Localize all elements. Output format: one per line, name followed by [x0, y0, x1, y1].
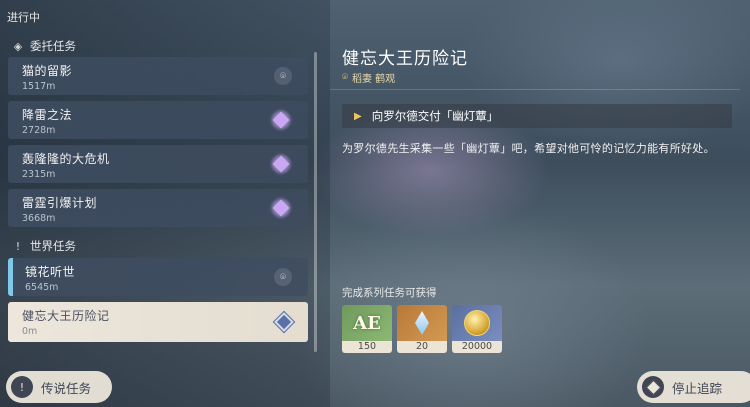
quest-name: 降雷之法 — [22, 108, 73, 122]
rewards-label: 完成系列任务可获得 — [342, 287, 437, 299]
commission-icon: ◈ — [13, 39, 23, 53]
quest-item-forgetful-king[interactable]: 健忘大王历险记 0m — [8, 302, 308, 342]
detail-divider — [330, 89, 740, 90]
legend-quests-label: 传说任务 — [41, 380, 92, 396]
quest-item-thunder-method[interactable]: 降雷之法 2728m — [8, 101, 308, 139]
objective-text: 向罗尔德交付「幽灯蕈」 — [371, 109, 499, 123]
purple-star-icon — [270, 153, 292, 175]
tracked-diamond-icon — [274, 312, 294, 332]
stop-tracking-button[interactable]: 停止追踪 — [637, 371, 750, 403]
adventure-exp-icon: AE — [353, 312, 381, 334]
reward-adventure-exp[interactable]: AE 150 — [342, 305, 392, 353]
map-pin-icon[interactable]: ⌾ — [274, 268, 292, 286]
objective-arrow-icon: ▶ — [354, 110, 362, 122]
mora-coin-icon — [464, 310, 490, 336]
quest-distance: 1517m — [22, 81, 56, 92]
quest-item-mirror-flower[interactable]: 镜花听世 6545m ⌾ — [8, 258, 308, 296]
section-header-label: 世界任务 — [30, 239, 76, 253]
reward-count: 20000 — [452, 341, 502, 353]
quest-description: 为罗尔德先生采集一些「幽灯蕈」吧，希望对他可怜的记忆力能有所好处。 — [342, 142, 715, 155]
quest-list-scrollbar[interactable] — [314, 52, 317, 352]
quest-distance: 6545m — [25, 282, 59, 293]
quest-item-thunder-detonation[interactable]: 雷霆引爆计划 3668m — [8, 189, 308, 227]
status-label: 进行中 — [7, 11, 40, 24]
location-pin-icon: ⌾ — [342, 72, 348, 83]
location-label: 稻妻 鹤观 — [352, 74, 396, 85]
quest-name: 轰隆隆的大危机 — [22, 152, 110, 166]
quest-distance: 2728m — [22, 125, 56, 136]
quest-detail-title: 健忘大王历险记 — [342, 49, 468, 69]
section-header-world[interactable]: ! 世界任务 — [12, 238, 76, 254]
purple-star-icon — [270, 197, 292, 219]
legend-quests-button[interactable]: ! 传说任务 — [6, 371, 112, 403]
quest-item-cat-photo[interactable]: 猫的留影 1517m ⌾ — [8, 57, 308, 95]
quest-item-rumbling-crisis[interactable]: 轰隆隆的大危机 2315m — [8, 145, 308, 183]
exclamation-icon: ! — [11, 376, 33, 398]
quest-location: ⌾ 稻妻 鹤观 — [342, 70, 395, 85]
reward-count: 20 — [397, 341, 447, 353]
purple-star-icon — [270, 109, 292, 131]
section-header-commission[interactable]: ◈ 委托任务 — [12, 38, 76, 54]
rewards-list: AE 150 20 20000 — [342, 305, 502, 353]
quest-objective: ▶ 向罗尔德交付「幽灯蕈」 — [342, 104, 732, 128]
reward-mora[interactable]: 20000 — [452, 305, 502, 353]
section-header-label: 委托任务 — [30, 39, 76, 53]
exp-crystal-icon — [415, 311, 429, 335]
reward-count: 150 — [342, 341, 392, 353]
quest-distance: 0m — [22, 326, 38, 337]
quest-name: 健忘大王历险记 — [22, 309, 110, 323]
quest-name: 镜花听世 — [25, 265, 76, 279]
quest-distance: 3668m — [22, 213, 56, 224]
stop-tracking-label: 停止追踪 — [672, 380, 723, 396]
quest-distance: 2315m — [22, 169, 56, 180]
map-pin-icon[interactable]: ⌾ — [274, 67, 292, 85]
reward-exp[interactable]: 20 — [397, 305, 447, 353]
quest-name: 猫的留影 — [22, 64, 73, 78]
quest-name: 雷霆引爆计划 — [22, 196, 98, 210]
diamond-icon — [642, 376, 664, 398]
exclamation-icon: ! — [15, 239, 21, 253]
